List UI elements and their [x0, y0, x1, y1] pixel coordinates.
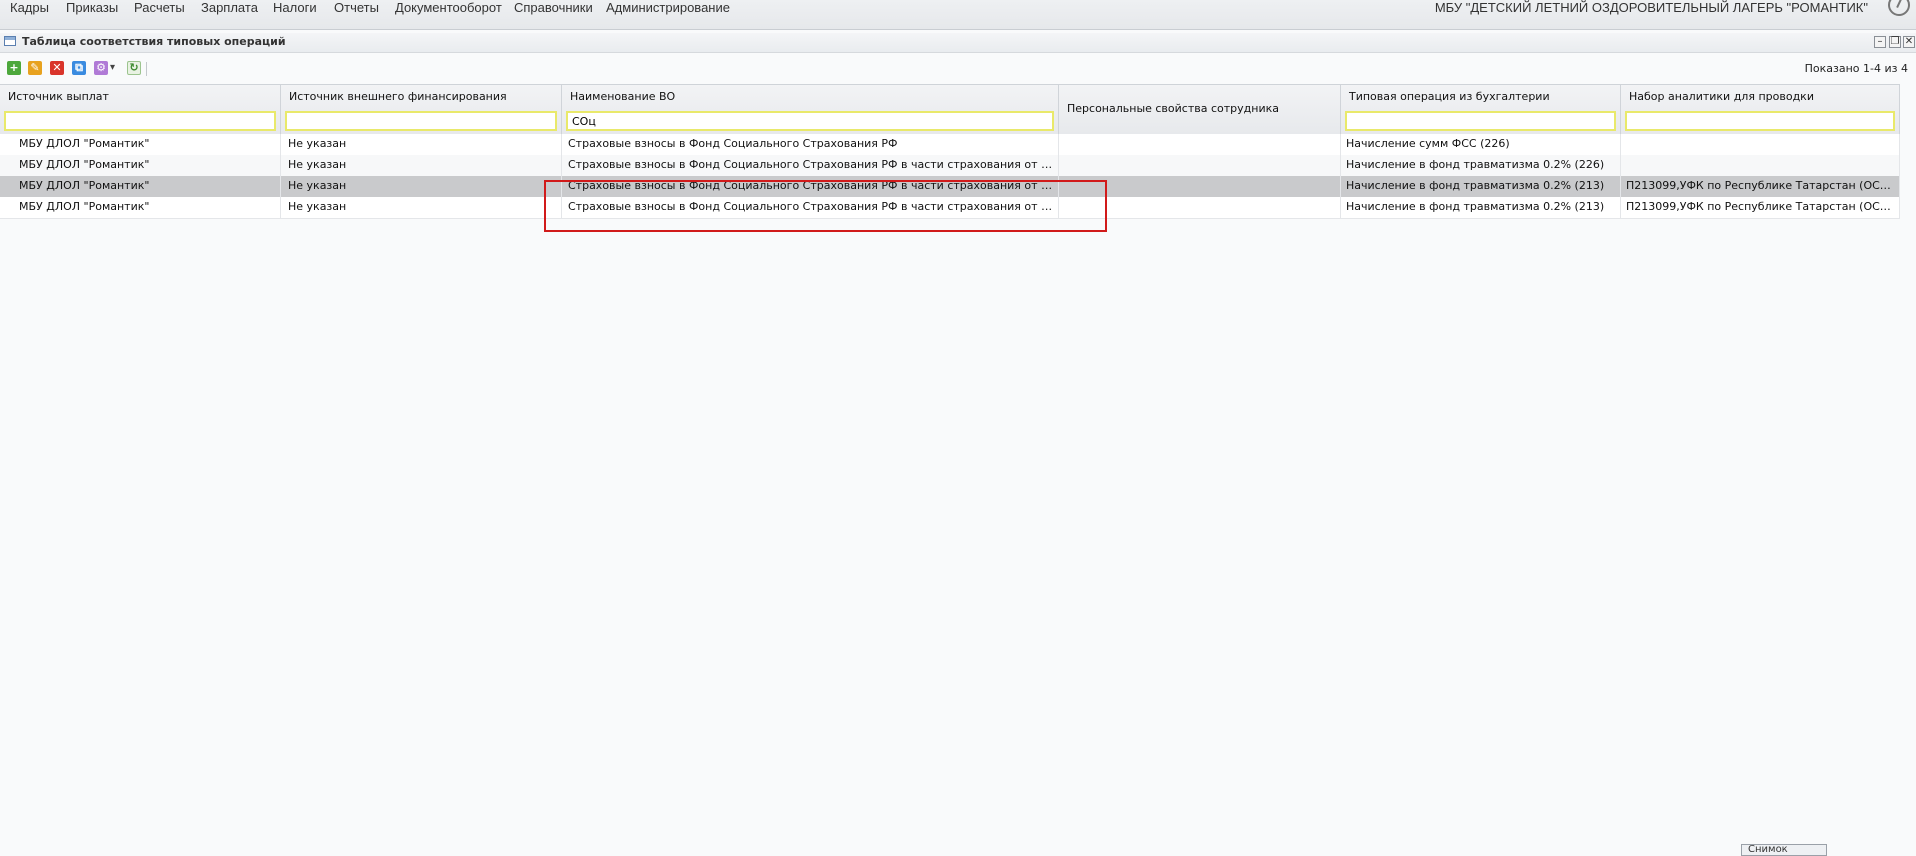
column-header-analytics-set[interactable]: Набор аналитики для проводки [1621, 85, 1900, 134]
cell-vo-name: Страховые взносы в Фонд Социального Стра… [562, 155, 1059, 176]
filter-input-payment-source[interactable] [4, 111, 276, 131]
column-header-personal-properties[interactable]: Персональные свойства сотрудника [1059, 85, 1341, 134]
cell-analytics-set: П213099,УФК по Республике Татарстан (ОСФ… [1621, 176, 1900, 197]
menu-item-dokumentooborot[interactable]: Документооборот [395, 0, 502, 16]
cell-vo-name: Страховые взносы в Фонд Социального Стра… [562, 134, 1059, 155]
copy-icon[interactable]: ⧉ [72, 61, 86, 75]
table-row[interactable]: МБУ ДЛОЛ "Романтик" Не указан Страховые … [0, 197, 1900, 219]
cell-external-financing: Не указан [281, 197, 562, 218]
cell-vo-name: Страховые взносы в Фонд Социального Стра… [562, 176, 1059, 197]
filter-input-analytics-set[interactable] [1625, 111, 1895, 131]
menu-item-prikazy[interactable]: Приказы [66, 0, 118, 16]
column-label: Набор аналитики для проводки [1629, 90, 1814, 103]
close-button[interactable]: ✕ [1903, 36, 1915, 48]
menu-item-kadry[interactable]: Кадры [10, 0, 49, 16]
dropdown-arrow-icon[interactable]: ▾ [110, 62, 115, 73]
menu-item-nalogi[interactable]: Налоги [273, 0, 317, 16]
refresh-icon[interactable]: ↻ [127, 61, 141, 75]
cell-personal-properties [1059, 134, 1341, 155]
minimize-button[interactable]: – [1874, 36, 1886, 48]
menu-item-administrirovanie[interactable]: Администрирование [606, 0, 730, 16]
column-header-typical-operation[interactable]: Типовая операция из бухгалтерии [1341, 85, 1621, 134]
menu-item-spravochniki[interactable]: Справочники [514, 0, 593, 16]
cell-external-financing: Не указан [281, 155, 562, 176]
cell-payment-source: МБУ ДЛОЛ "Романтик" [0, 197, 281, 218]
grid-header: Источник выплат Источник внешнего финанс… [0, 84, 1900, 135]
cell-analytics-set [1621, 155, 1900, 176]
cell-vo-name: Страховые взносы в Фонд Социального Стра… [562, 197, 1059, 218]
top-menu-bar: Кадры Приказы Расчеты Зарплата Налоги От… [0, 0, 1916, 30]
delete-icon[interactable]: ✕ [50, 61, 64, 75]
cell-payment-source: МБУ ДЛОЛ "Романтик" [0, 176, 281, 197]
records-count: Показано 1-4 из 4 [1804, 62, 1908, 75]
column-label: Наименование ВО [570, 90, 676, 103]
cell-payment-source: МБУ ДЛОЛ "Романтик" [0, 134, 281, 155]
table-icon [4, 36, 16, 46]
filter-input-external-financing[interactable] [285, 111, 557, 131]
menu-item-otchety[interactable]: Отчеты [334, 0, 379, 16]
toolbar-separator [146, 62, 147, 76]
restore-button[interactable]: ❐ [1889, 36, 1901, 48]
cell-payment-source: МБУ ДЛОЛ "Романтик" [0, 155, 281, 176]
column-label: Персональные свойства сотрудника [1067, 102, 1279, 115]
filter-input-typical-operation[interactable] [1345, 111, 1616, 131]
table-row[interactable]: МБУ ДЛОЛ "Романтик" Не указан Страховые … [0, 134, 1900, 156]
column-label: Источник выплат [8, 90, 109, 103]
menu-item-raschety[interactable]: Расчеты [134, 0, 185, 16]
cell-external-financing: Не указан [281, 134, 562, 155]
column-label: Типовая операция из бухгалтерии [1349, 90, 1550, 103]
organization-name: МБУ "ДЕТСКИЙ ЛЕТНИЙ ОЗДОРОВИТЕЛЬНЫЙ ЛАГЕ… [1434, 0, 1868, 15]
add-icon[interactable]: + [7, 61, 21, 75]
cell-personal-properties [1059, 197, 1341, 218]
table-row-selected[interactable]: МБУ ДЛОЛ "Романтик" Не указан Страховые … [0, 176, 1900, 198]
cell-typical-operation: Начисление сумм ФСС (226) [1341, 134, 1621, 155]
cell-external-financing: Не указан [281, 176, 562, 197]
cell-personal-properties [1059, 176, 1341, 197]
column-header-payment-source[interactable]: Источник выплат [0, 85, 281, 134]
edit-icon[interactable]: ✎ [28, 61, 42, 75]
cell-typical-operation: Начисление в фонд травматизма 0.2% (213) [1341, 176, 1621, 197]
cell-typical-operation: Начисление в фонд травматизма 0.2% (226) [1341, 155, 1621, 176]
column-header-vo-name[interactable]: Наименование ВО [562, 85, 1059, 134]
cell-analytics-set: П213099,УФК по Республике Татарстан (ОСФ… [1621, 197, 1900, 218]
clock-icon[interactable] [1888, 0, 1910, 16]
column-header-external-financing[interactable]: Источник внешнего финансирования [281, 85, 562, 134]
cell-personal-properties [1059, 155, 1341, 176]
menu-item-zarplata[interactable]: Зарплата [201, 0, 258, 16]
table-row[interactable]: МБУ ДЛОЛ "Романтик" Не указан Страховые … [0, 155, 1900, 177]
cell-typical-operation: Начисление в фонд травматизма 0.2% (213) [1341, 197, 1621, 218]
filter-input-vo-name[interactable] [566, 111, 1054, 131]
window-title: Таблица соответствия типовых операций [22, 35, 286, 48]
window-titlebar: Таблица соответствия типовых операций – … [0, 33, 1916, 53]
settings-icon[interactable]: ⚙ [94, 61, 108, 75]
column-label: Источник внешнего финансирования [289, 90, 507, 103]
toolbar: + ✎ ✕ ⧉ ⚙ ▾ ↻ Показано 1-4 из 4 [0, 58, 1916, 80]
cell-analytics-set [1621, 134, 1900, 155]
bottom-floating-panel[interactable]: Снимок [1741, 844, 1827, 856]
